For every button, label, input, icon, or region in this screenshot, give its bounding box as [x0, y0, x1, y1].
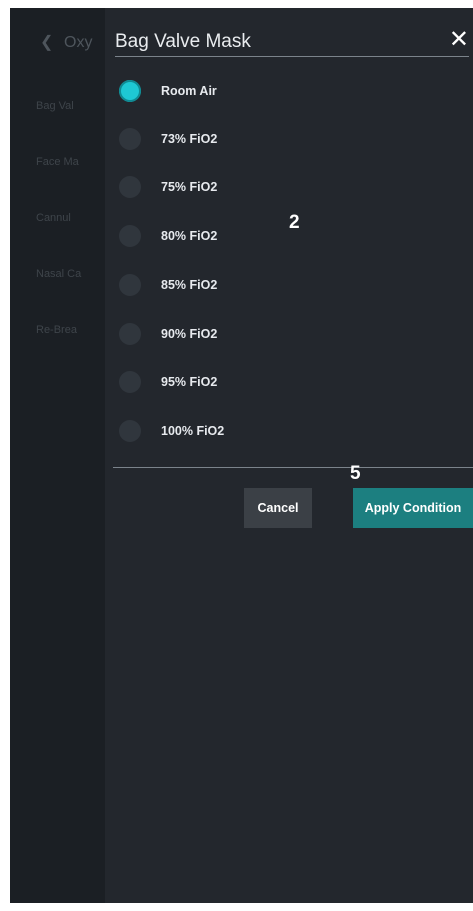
option-label: 100% FiO2 [161, 424, 225, 438]
apply-condition-button[interactable]: Apply Condition [353, 488, 473, 528]
option-75-fio2[interactable]: 75% FiO2 [119, 174, 419, 202]
option-label: 75% FiO2 [161, 180, 218, 194]
option-label: 90% FiO2 [161, 327, 218, 341]
option-label: 73% FiO2 [161, 132, 218, 146]
radio-selected-icon[interactable] [119, 80, 141, 102]
cancel-button[interactable]: Cancel [244, 488, 312, 528]
radio-icon[interactable] [119, 225, 141, 247]
close-icon[interactable]: ✕ [449, 28, 469, 52]
background-item: Re-Brea [36, 324, 77, 336]
annotation-number: 2 [289, 212, 300, 233]
option-label: 85% FiO2 [161, 278, 218, 292]
radio-icon[interactable] [119, 176, 141, 198]
option-95-fio2[interactable]: 95% FiO2 [119, 369, 419, 397]
option-100-fio2[interactable]: 100% FiO2 [119, 418, 419, 446]
chevron-left-icon[interactable]: ❮ [40, 32, 53, 52]
modal-header: Bag Valve Mask ✕ [105, 8, 473, 64]
radio-icon[interactable] [119, 371, 141, 393]
background-item: Cannul [36, 212, 71, 224]
radio-icon[interactable] [119, 128, 141, 150]
divider [115, 56, 469, 57]
option-90-fio2[interactable]: 90% FiO2 [119, 321, 419, 349]
divider [113, 467, 473, 468]
option-label: 80% FiO2 [161, 229, 218, 243]
app-screen: ❮ Oxy Bag Val Face Ma Cannul Nasal Ca Re… [10, 8, 473, 903]
option-73-fio2[interactable]: 73% FiO2 [119, 126, 419, 154]
option-label: 95% FiO2 [161, 375, 218, 389]
option-label: Room Air [161, 84, 217, 98]
background-item: Nasal Ca [36, 268, 82, 280]
annotation-number: 5 [350, 463, 361, 484]
radio-icon[interactable] [119, 274, 141, 296]
background-panel: ❮ Oxy Bag Val Face Ma Cannul Nasal Ca Re… [10, 8, 110, 903]
condition-modal: Bag Valve Mask ✕ Room Air 73% FiO2 75% F… [105, 8, 473, 903]
background-title: Oxy [64, 34, 93, 51]
modal-title: Bag Valve Mask [115, 31, 251, 52]
background-item: Bag Val [36, 100, 74, 112]
option-room-air[interactable]: Room Air [119, 78, 419, 106]
option-85-fio2[interactable]: 85% FiO2 [119, 272, 419, 300]
radio-icon[interactable] [119, 323, 141, 345]
radio-icon[interactable] [119, 420, 141, 442]
option-80-fio2[interactable]: 80% FiO2 [119, 223, 419, 251]
background-item: Face Ma [36, 156, 79, 168]
